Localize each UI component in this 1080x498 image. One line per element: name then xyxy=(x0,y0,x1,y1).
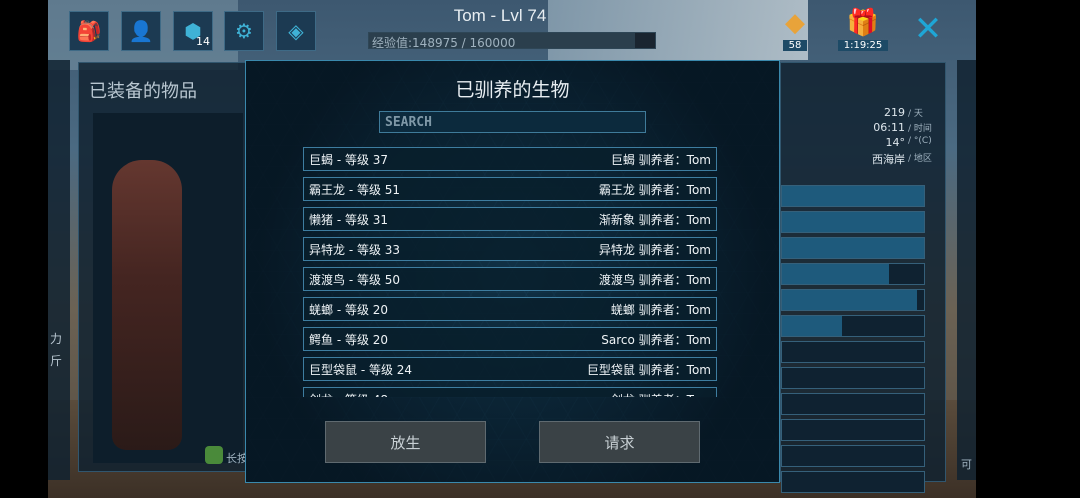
release-button[interactable]: 放生 xyxy=(325,421,486,463)
day-unit: / 天 xyxy=(908,109,923,119)
tribe-settings-button[interactable]: ⚙ xyxy=(224,11,264,51)
stat-bar xyxy=(781,419,925,441)
area-value: 西海岸 xyxy=(872,153,905,166)
xp-label: 经验值:148975 / 160000 xyxy=(372,36,516,50)
left-edge-panel: 力 斤 xyxy=(48,60,70,480)
creature-row[interactable]: 渡渡鸟 - 等级 50 渡渡鸟 驯养者：Tom xyxy=(303,267,717,291)
time-value: 06:11 xyxy=(873,121,905,134)
creature-species-tamer: 渐新象 驯养者：Tom xyxy=(598,212,711,227)
creature-species-tamer: 剑龙 驯养者：Tom xyxy=(611,391,711,398)
stat-bar-fill xyxy=(782,238,924,258)
character-button[interactable]: 👤 xyxy=(121,11,161,51)
creature-row[interactable]: 剑龙 - 等级 48 剑龙 驯养者：Tom xyxy=(303,387,717,397)
right-edge-panel: 可 xyxy=(957,60,976,480)
xp-bar: 经验值:148975 / 160000 xyxy=(368,32,656,50)
area-unit: / 地区 xyxy=(908,154,932,164)
creature-species-tamer: 巨蝎 驯养者：Tom xyxy=(610,152,711,167)
creature-row[interactable]: 巨蝎 - 等级 37 巨蝎 驯养者：Tom xyxy=(303,147,717,171)
stat-bar-fill xyxy=(782,212,924,232)
character-model xyxy=(112,160,182,450)
temperature-value: 14° xyxy=(885,136,906,149)
request-button[interactable]: 请求 xyxy=(539,421,700,463)
creature-species-tamer: 巨型袋鼠 驯养者：Tom xyxy=(586,362,711,377)
creature-row[interactable]: 鳄鱼 - 等级 20 Sarco 驯养者：Tom xyxy=(303,327,717,351)
stat-bar xyxy=(781,237,925,259)
time-unit: / 时间 xyxy=(908,124,932,134)
gift-box-icon: 🎁 xyxy=(846,8,880,38)
diamond-emblem-button[interactable]: ◈ xyxy=(276,11,316,51)
backpack-button[interactable]: 🎒 xyxy=(69,11,109,51)
creature-row[interactable]: 蜣螂 - 等级 20 蜣螂 驯养者：Tom xyxy=(303,297,717,321)
creature-row[interactable]: 霸王龙 - 等级 51 霸王龙 驯养者：Tom xyxy=(303,177,717,201)
close-button[interactable]: ✕ xyxy=(910,12,946,48)
day-stat: 219/ 天 xyxy=(884,106,923,119)
side-label: 斤 xyxy=(50,354,63,368)
character-icon: 👤 xyxy=(128,19,154,43)
creature-species-tamer: 渡渡鸟 驯养者：Tom xyxy=(598,272,711,287)
engram-points-badge: 14 xyxy=(196,35,210,48)
stats-panel: 219/ 天 06:11/ 时间 14° / °(C) 西海岸 / 地区 xyxy=(780,62,946,493)
creature-name-level: 异特龙 - 等级 33 xyxy=(309,242,401,257)
gift-box-counter[interactable]: 🎁 1:19:25 xyxy=(837,6,889,54)
creature-name-level: 巨型袋鼠 - 等级 24 xyxy=(309,362,413,377)
stat-bar xyxy=(781,263,925,285)
stat-bar-fill xyxy=(782,186,924,206)
stat-bar xyxy=(781,341,925,363)
equipped-items-title: 已装备的物品 xyxy=(89,81,197,102)
creature-species-tamer: Sarco 驯养者：Tom xyxy=(601,332,711,347)
creature-name-level: 懒猪 - 等级 31 xyxy=(309,212,389,227)
creature-row[interactable]: 异特龙 - 等级 33 异特龙 驯养者：Tom xyxy=(303,237,717,261)
amber-resource-counter[interactable]: ◆ 58 xyxy=(770,6,820,54)
tribe-settings-icon: ⚙ xyxy=(235,19,253,43)
creature-name-level: 渡渡鸟 - 等级 50 xyxy=(309,272,401,287)
creature-row[interactable]: 巨型袋鼠 - 等级 24 巨型袋鼠 驯养者：Tom xyxy=(303,357,717,381)
search-input[interactable] xyxy=(379,111,646,133)
stat-bar-fill xyxy=(782,264,889,284)
creature-species-tamer: 蜣螂 驯养者：Tom xyxy=(610,302,711,317)
stat-bar xyxy=(781,471,925,493)
creature-list[interactable]: 巨蝎 - 等级 37 巨蝎 驯养者：Tom 霸王龙 - 等级 51 霸王龙 驯养者：T… xyxy=(303,147,717,397)
creature-row[interactable]: 懒猪 - 等级 31 渐新象 驯养者：Tom xyxy=(303,207,717,231)
resource-value: 1:19:25 xyxy=(837,40,889,51)
stat-bar xyxy=(781,211,925,233)
day-value: 219 xyxy=(884,106,905,119)
stat-bar xyxy=(781,315,925,337)
stat-bar-fill xyxy=(782,290,917,310)
side-label: 力 xyxy=(50,332,63,346)
creature-name-level: 巨蝎 - 等级 37 xyxy=(309,152,389,167)
amber-resource-icon: ◆ xyxy=(785,8,805,38)
creature-name-level: 鳄鱼 - 等级 20 xyxy=(309,332,389,347)
stat-bar xyxy=(781,185,925,207)
player-name-level: Tom - Lvl 74 xyxy=(453,6,547,25)
creature-name-level: 剑龙 - 等级 48 xyxy=(309,391,388,398)
creature-species-tamer: 异特龙 驯养者：Tom xyxy=(598,242,711,257)
engrams-button[interactable]: ⬢ 14 xyxy=(173,11,213,51)
resource-value: 58 xyxy=(782,40,808,51)
stat-bar xyxy=(781,289,925,311)
diamond-emblem-icon: ◈ xyxy=(288,19,304,43)
backpack-icon: 🎒 xyxy=(76,19,102,43)
hint-icon xyxy=(205,446,223,464)
stat-bar xyxy=(781,393,925,415)
area-stat: 西海岸 / 地区 xyxy=(872,151,932,167)
tamed-creatures-dialog: 已驯养的生物 巨蝎 - 等级 37巨蝎 驯养者：Tom霸王龙 - 等级 51霸王… xyxy=(245,60,780,483)
dialog-title: 已驯养的生物 xyxy=(455,79,570,101)
time-stat: 06:11/ 时间 xyxy=(873,121,932,134)
stat-bar xyxy=(781,445,925,467)
creature-name-level: 蜣螂 - 等级 20 xyxy=(309,302,389,317)
temperature-unit: / °(C) xyxy=(908,136,932,146)
creature-species-tamer: 霸王龙 驯养者：Tom xyxy=(598,182,711,197)
temperature-stat: 14° / °(C) xyxy=(885,136,932,149)
right-edge-label: 可 xyxy=(961,458,972,471)
stat-bar xyxy=(781,367,925,389)
stat-bar-fill xyxy=(782,316,842,336)
creature-name-level: 霸王龙 - 等级 51 xyxy=(309,182,401,197)
